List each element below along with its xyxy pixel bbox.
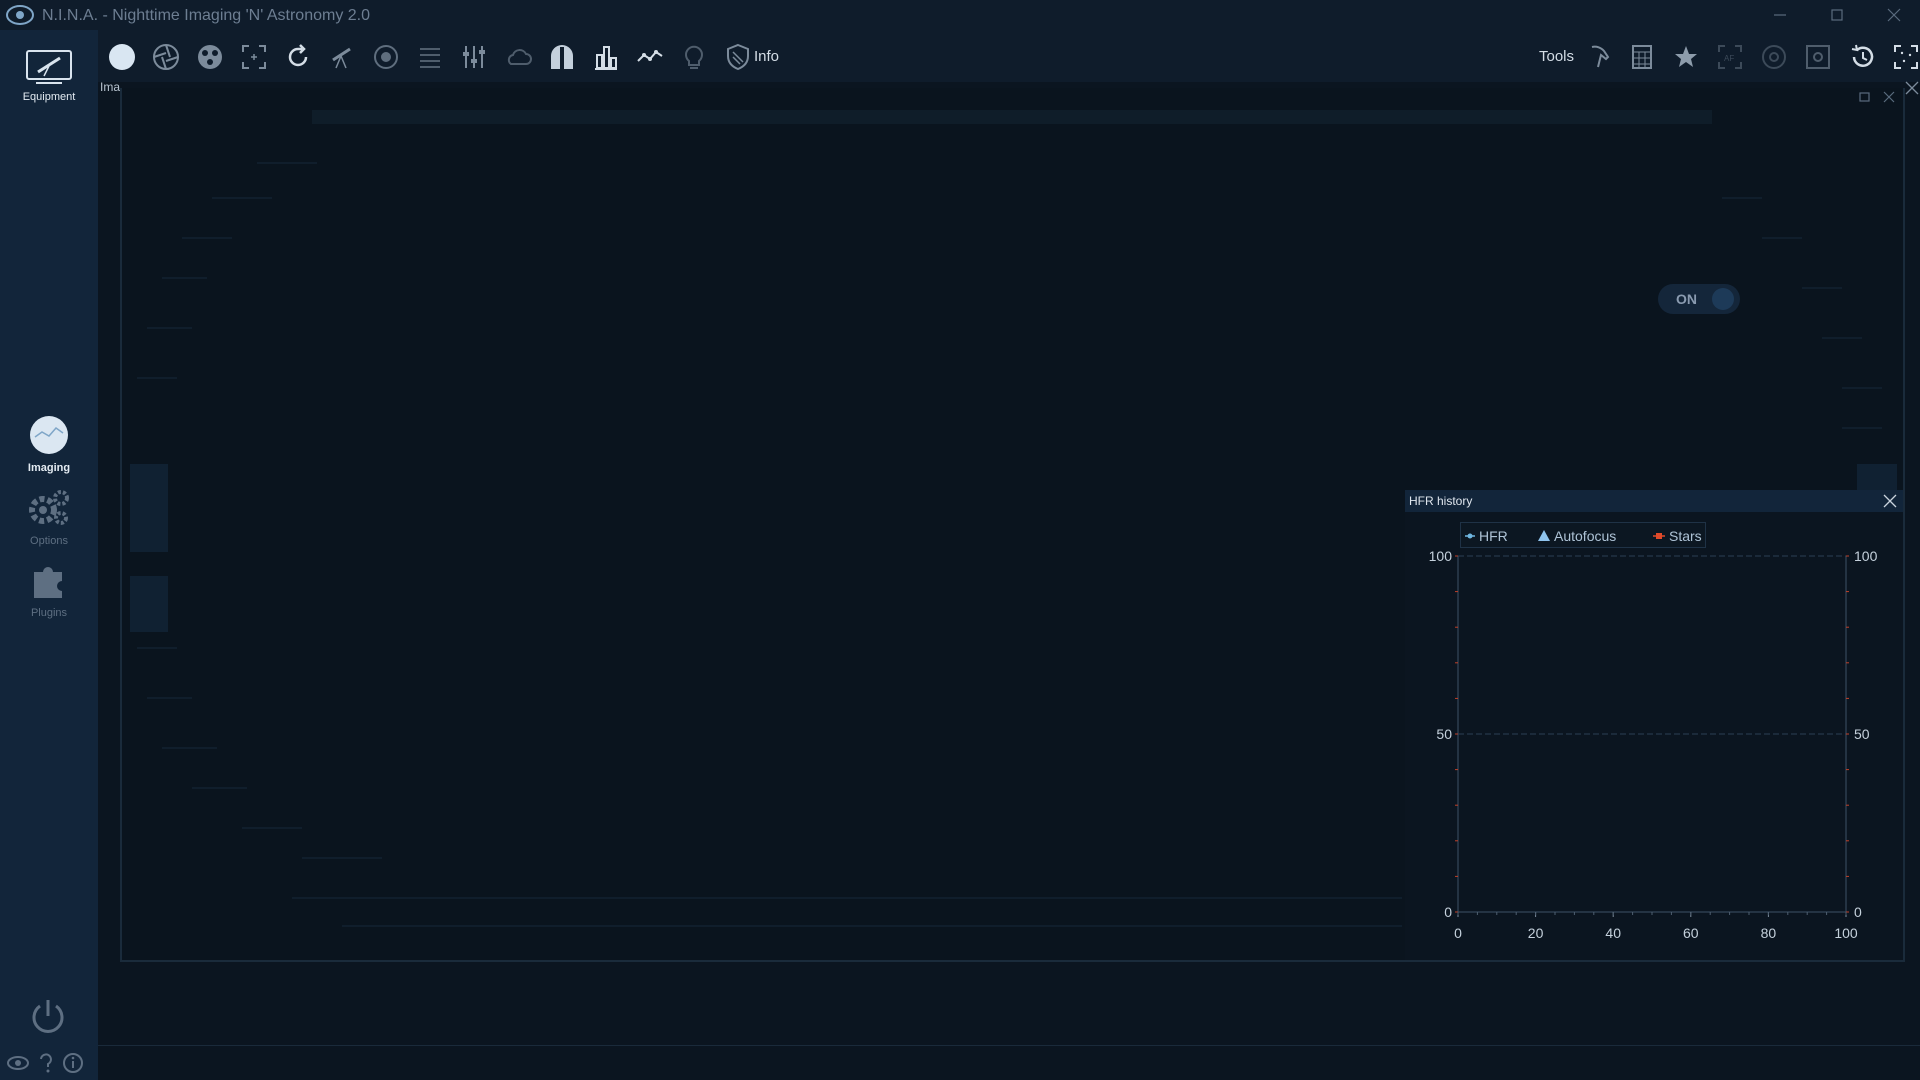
sidebar-item-label: Imaging bbox=[27, 462, 71, 474]
tools-label: Tools bbox=[1539, 48, 1575, 65]
sidebar: Equipment Imaging Options Plugins bbox=[0, 30, 98, 1080]
sequence-icon[interactable] bbox=[416, 43, 444, 71]
gear-icon bbox=[29, 490, 69, 525]
close-window-icon[interactable] bbox=[1874, 4, 1914, 26]
sidebar-item-equipment[interactable]: Equipment bbox=[0, 50, 98, 103]
title-bar: N.I.N.A. - Nighttime Imaging 'N' Astrono… bbox=[0, 0, 1920, 30]
puzzle-icon bbox=[34, 567, 62, 598]
hfr-chart: 0 050 50100 1000 20 40 60 80 100 bbox=[1429, 548, 1878, 941]
sidebar-item-label: Plugins bbox=[30, 607, 68, 619]
line-graph-icon[interactable] bbox=[636, 43, 664, 71]
calculator-icon[interactable] bbox=[1628, 43, 1656, 71]
hfr-history-panel: HFR history HFR Autofocus Stars 0 0 50 50 10… bbox=[1405, 490, 1903, 960]
bar-chart-icon[interactable] bbox=[592, 43, 620, 71]
x-tick-label: 80 bbox=[1761, 925, 1777, 941]
rotate-icon[interactable] bbox=[284, 43, 312, 71]
lightbulb-icon[interactable] bbox=[680, 43, 708, 71]
toggle-label: ON bbox=[1676, 291, 1697, 307]
y-left-tick-label: 50 bbox=[1436, 726, 1452, 742]
shield-icon[interactable] bbox=[724, 43, 752, 71]
minimize-icon[interactable] bbox=[1760, 4, 1800, 26]
y-right-tick-label: 50 bbox=[1854, 726, 1870, 742]
aperture-icon[interactable] bbox=[152, 43, 180, 71]
svg-text:AF: AF bbox=[1724, 54, 1734, 63]
telescope-icon bbox=[26, 50, 72, 84]
dome-icon[interactable] bbox=[548, 43, 576, 71]
sidebar-item-plugins[interactable]: Plugins bbox=[0, 560, 98, 619]
x-tick-label: 0 bbox=[1454, 925, 1462, 941]
sidebar-item-options[interactable]: Options bbox=[0, 488, 98, 547]
imaging-icon[interactable] bbox=[108, 43, 136, 71]
x-tick-label: 100 bbox=[1834, 925, 1858, 941]
telescope-icon[interactable] bbox=[328, 43, 356, 71]
star-icon[interactable] bbox=[1672, 43, 1700, 71]
eye-icon[interactable] bbox=[6, 1054, 30, 1072]
sidebar-item-label: Equipment bbox=[22, 91, 76, 103]
x-tick-label: 20 bbox=[1528, 925, 1544, 941]
app-logo-icon bbox=[6, 5, 34, 25]
toggle-knob bbox=[1712, 288, 1734, 310]
y-right-tick-label: 0 bbox=[1854, 904, 1862, 920]
history-icon[interactable] bbox=[1848, 43, 1876, 71]
sidebar-item-imaging[interactable]: Imaging bbox=[0, 415, 98, 474]
y-left-tick-label: 100 bbox=[1429, 548, 1453, 564]
filter-wheel-icon[interactable] bbox=[196, 43, 224, 71]
autofocus-icon[interactable]: AF bbox=[1716, 43, 1744, 71]
window-title: N.I.N.A. - Nighttime Imaging 'N' Astrono… bbox=[42, 7, 370, 24]
y-right-tick-label: 100 bbox=[1854, 548, 1878, 564]
x-tick-label: 40 bbox=[1605, 925, 1621, 941]
info-tab-label[interactable]: Info bbox=[754, 48, 779, 65]
x-tick-label: 60 bbox=[1683, 925, 1699, 941]
y-left-tick-label: 0 bbox=[1444, 904, 1452, 920]
guider-icon[interactable] bbox=[372, 43, 400, 71]
focus-frame-icon[interactable] bbox=[240, 43, 268, 71]
about-icon[interactable] bbox=[62, 1052, 84, 1074]
restore-icon[interactable] bbox=[1817, 4, 1857, 26]
center-target-icon[interactable] bbox=[1804, 43, 1832, 71]
status-bar bbox=[98, 1045, 1920, 1080]
maximize-panel-icon[interactable] bbox=[1858, 90, 1872, 104]
wand-icon[interactable] bbox=[1584, 43, 1612, 71]
imaging-icon bbox=[30, 416, 68, 454]
toolbar: Info Tools AF bbox=[98, 30, 1920, 82]
power-icon[interactable] bbox=[28, 996, 68, 1036]
close-panel-icon[interactable] bbox=[1882, 90, 1896, 104]
help-icon[interactable] bbox=[36, 1052, 56, 1074]
on-toggle[interactable]: ON bbox=[1658, 284, 1740, 314]
weather-icon[interactable] bbox=[504, 43, 532, 71]
sidebar-item-label: Options bbox=[30, 535, 68, 547]
dock-tab-image[interactable]: Ima bbox=[100, 80, 120, 94]
close-dock-icon[interactable] bbox=[1904, 80, 1920, 96]
fullscreen-icon[interactable] bbox=[1892, 43, 1920, 71]
switch-icon[interactable] bbox=[460, 43, 488, 71]
plate-solve-icon[interactable] bbox=[1760, 43, 1788, 71]
